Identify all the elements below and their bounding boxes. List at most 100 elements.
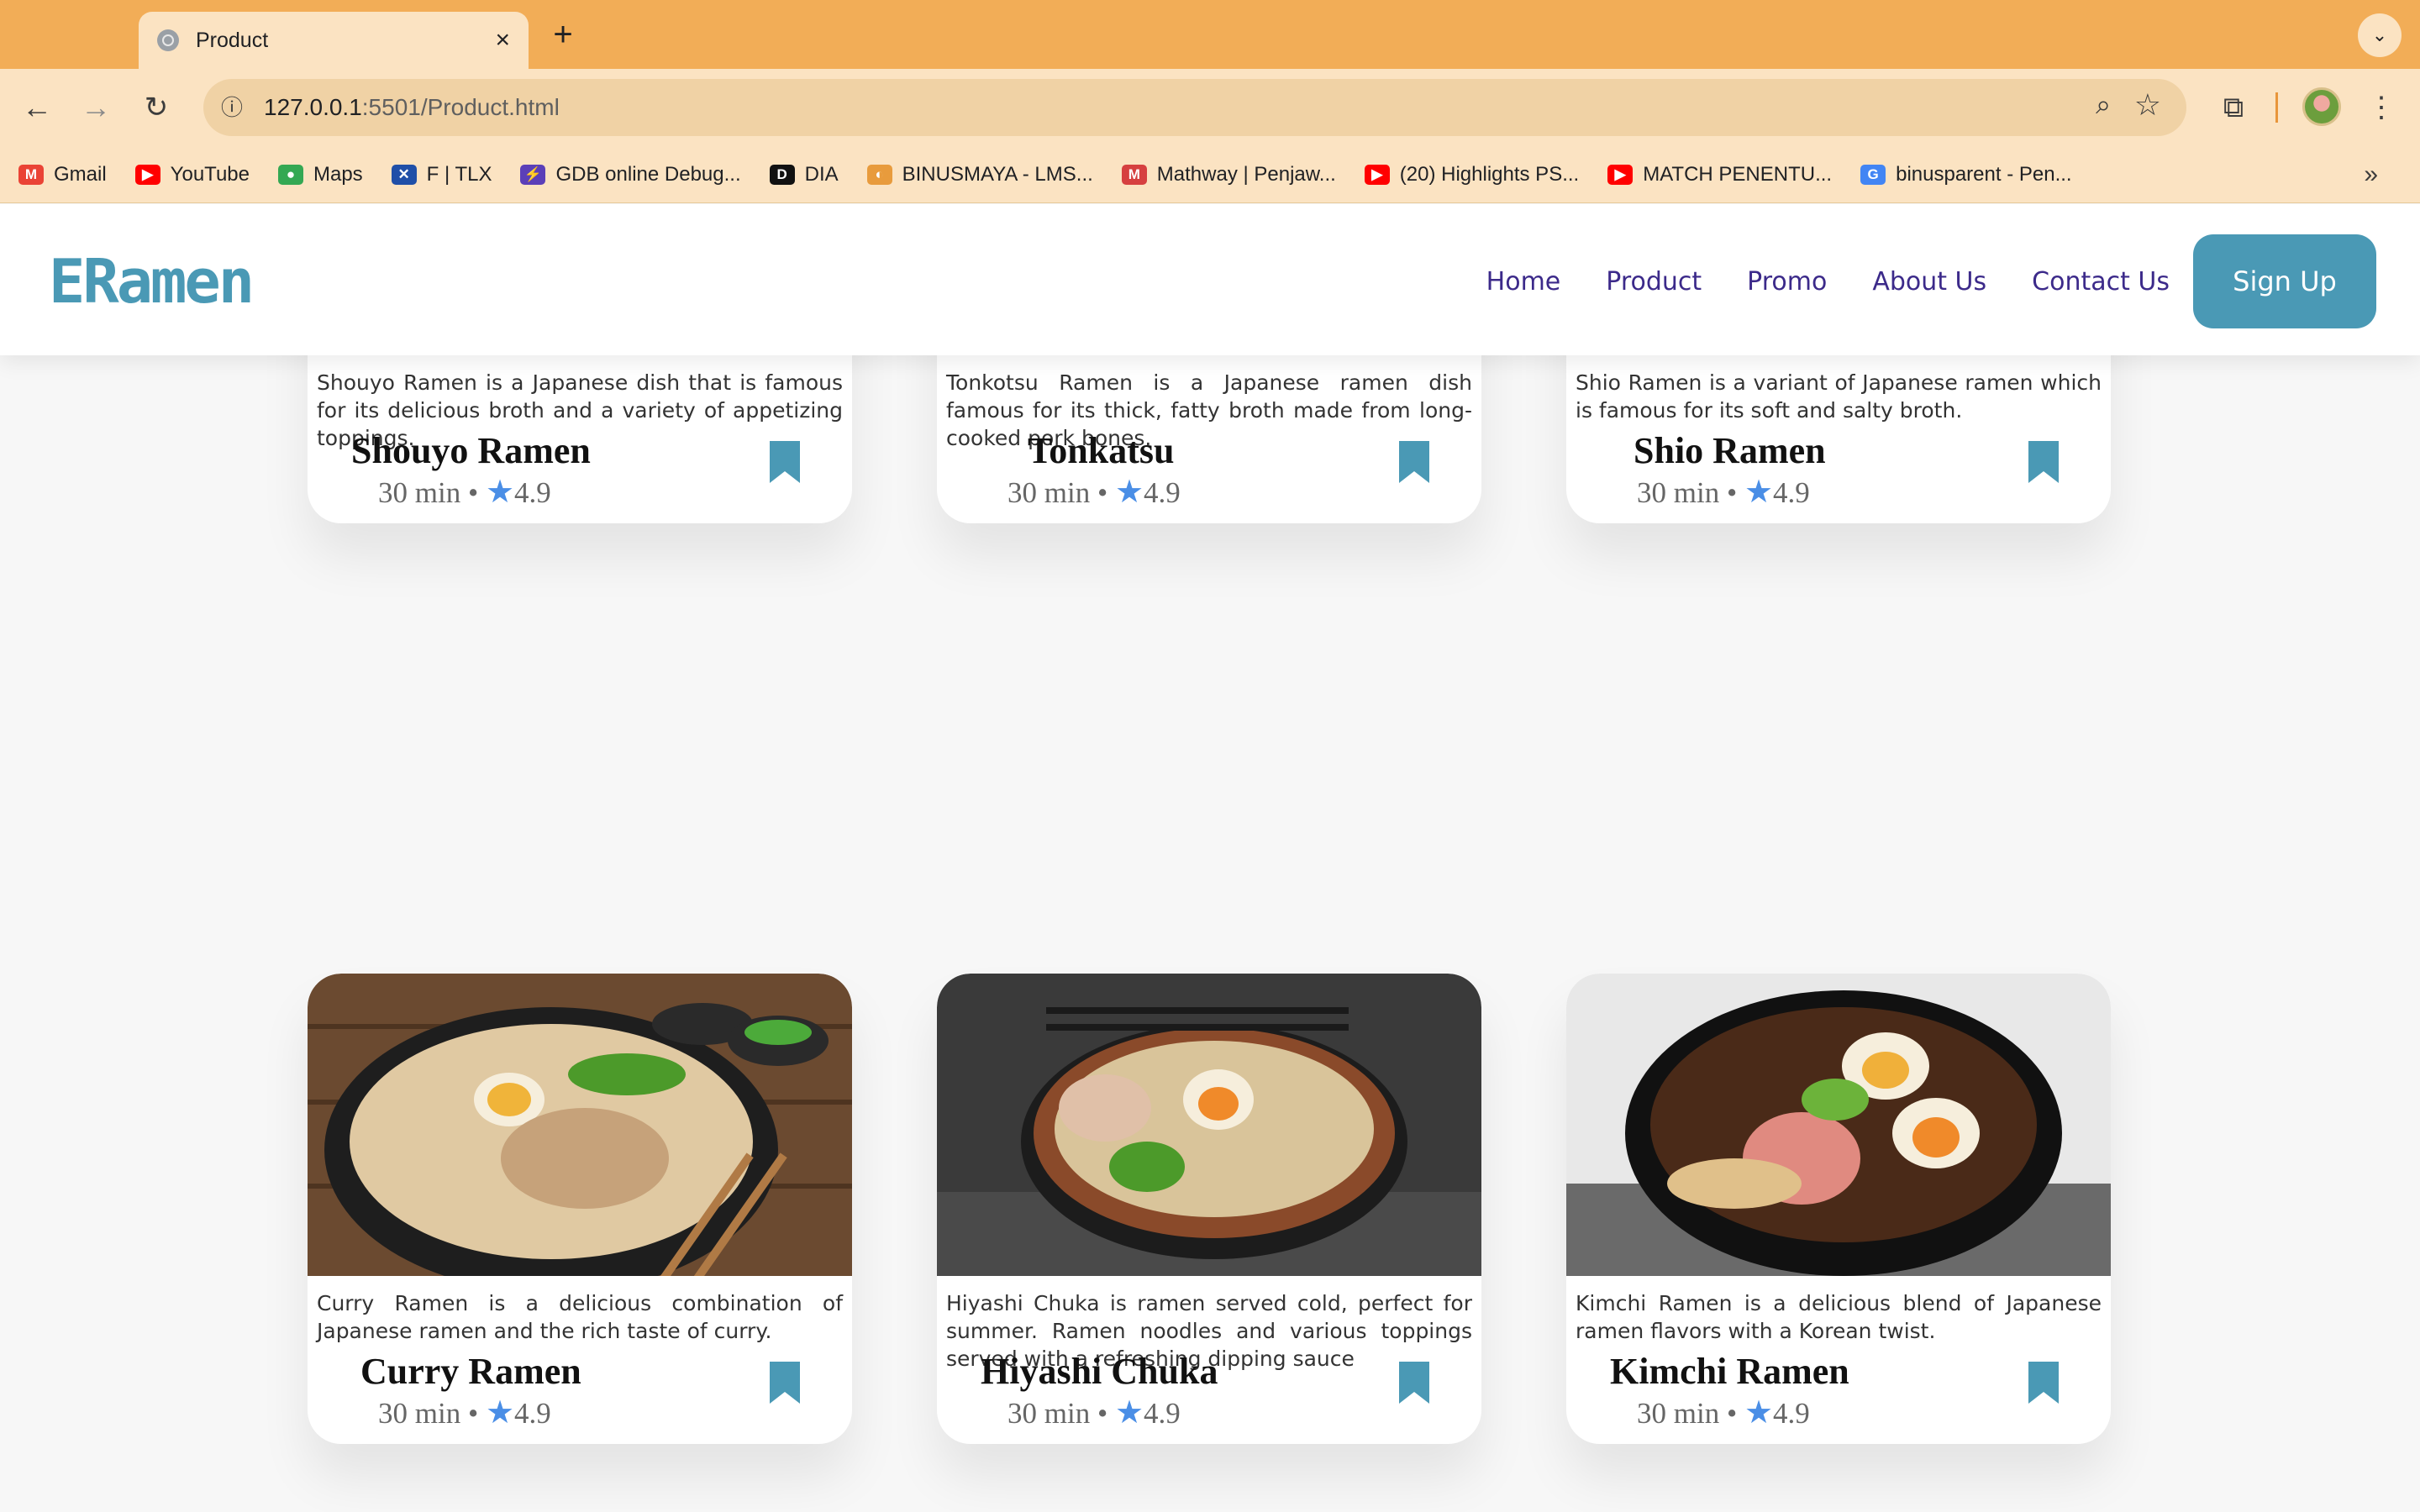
toolbar-divider (2275, 92, 2278, 123)
back-arrow-icon[interactable]: ← (13, 84, 60, 131)
reload-icon[interactable]: ↻ (133, 84, 180, 131)
nav-home[interactable]: Home (1486, 267, 1561, 297)
sign-up-button[interactable]: Sign Up (2193, 234, 2376, 328)
product-card[interactable]: Kimchi Ramen is a delicious blend of Jap… (1566, 974, 2111, 1444)
product-name: Tonkatsu (1028, 430, 1175, 471)
star-icon: ★ (1744, 1395, 1774, 1431)
bookmark-item[interactable]: D DIA (769, 163, 839, 186)
nav-about-us[interactable]: About Us (1872, 267, 1986, 297)
product-meta: 30 min • ★4.9 (1637, 1395, 1810, 1431)
binus-icon: ◐ (866, 164, 892, 185)
menu-kebab-icon[interactable]: ⋮ (2365, 82, 2398, 133)
product-description: Kimchi Ramen is a delicious blend of Jap… (1576, 1291, 2102, 1343)
bookmark-item[interactable]: ▶ (20) Highlights PS... (1364, 162, 1580, 186)
bookmark-item[interactable]: ✕ F | TLX (391, 162, 492, 186)
bookmarks-bar: M Gmail ▶ YouTube ● Maps ✕ F | TLX ⚡ GDB online D… (0, 146, 2420, 203)
new-tab-button[interactable]: + (546, 15, 580, 54)
rating: 4.9 (1144, 1397, 1181, 1430)
rating: 4.9 (1773, 1397, 1810, 1430)
bookmark-icon[interactable] (2028, 441, 2059, 483)
product-meta: 30 min • ★4.9 (378, 1395, 551, 1431)
youtube-icon: ▶ (1607, 164, 1634, 185)
bookmark-label: (20) Highlights PS... (1399, 162, 1580, 186)
tlx-icon: ✕ (391, 164, 417, 185)
rating: 4.9 (1773, 476, 1810, 509)
star-icon: ★ (485, 1395, 515, 1431)
address-bar[interactable]: ⓘ 127.0.0.1:5501/Product.html ⌕ ☆ (203, 79, 2186, 136)
site-logo[interactable]: ERamen (49, 246, 255, 317)
bookmark-icon[interactable] (2028, 1362, 2059, 1404)
nav-contact-us[interactable]: Contact Us (2032, 267, 2170, 297)
product-meta: 30 min • ★4.9 (1007, 1395, 1181, 1431)
product-description: Shio Ramen is a variant of Japanese rame… (1576, 370, 2102, 423)
address-url[interactable]: 127.0.0.1:5501/Product.html (264, 79, 560, 136)
bookmark-item[interactable]: ▶ YouTube (134, 162, 250, 186)
zoom-icon[interactable]: ⌕ (2096, 89, 2111, 121)
product-meta: 30 min • ★4.9 (1007, 475, 1181, 510)
browser-tab-product[interactable]: Product × (139, 12, 529, 69)
tab-search-button[interactable]: ⌄ (2358, 13, 2402, 57)
site-header: ERamen Home Product Promo About Us Conta… (0, 204, 2420, 355)
product-card[interactable]: Hiyashi Chuka is ramen served cold, perf… (937, 974, 1481, 1444)
bookmark-icon[interactable] (1399, 1362, 1429, 1404)
product-name: Curry Ramen (360, 1351, 581, 1392)
gmail-icon: M (18, 164, 44, 185)
bookmark-icon[interactable] (1399, 441, 1429, 483)
cook-time: 30 min (1637, 1397, 1720, 1430)
bookmark-label: YouTube (170, 162, 250, 186)
bookmark-label: binusparent - Pen... (1896, 162, 2072, 186)
product-name: Hiyashi Chuka (981, 1351, 1218, 1392)
nav-product[interactable]: Product (1606, 267, 1702, 297)
star-icon: ★ (1744, 475, 1774, 510)
cook-time: 30 min (1007, 476, 1091, 509)
nav-promo[interactable]: Promo (1747, 267, 1827, 297)
profile-avatar[interactable] (2302, 87, 2341, 126)
browser-tab-strip: Product × + ⌄ (0, 0, 2420, 69)
product-name: Kimchi Ramen (1610, 1351, 1849, 1392)
tab-title: Product (196, 28, 269, 52)
bookmark-label: Maps (313, 162, 363, 186)
dia-icon: D (769, 164, 795, 185)
bookmark-star-icon[interactable]: ☆ (2134, 87, 2161, 123)
bookmark-icon[interactable] (770, 1362, 800, 1404)
bookmark-item[interactable]: ▶ MATCH PENENTU... (1607, 163, 1832, 186)
cook-time: 30 min (1007, 1397, 1091, 1430)
browser-toolbar: ← → ↻ ⓘ 127.0.0.1:5501/Product.html ⌕ ☆ … (0, 69, 2420, 146)
bookmark-label: F | TLX (426, 162, 492, 186)
google-icon: G (1860, 164, 1886, 185)
star-icon: ★ (1114, 475, 1144, 510)
site-info-icon[interactable]: ⓘ (215, 91, 249, 124)
bookmark-item[interactable]: ◐ BINUSMAYA - LMS... (866, 163, 1093, 186)
maps-icon: ● (277, 164, 303, 185)
bookmark-label: MATCH PENENTU... (1643, 162, 1833, 186)
cook-time: 30 min (1637, 476, 1720, 509)
globe-icon (157, 29, 179, 51)
product-description: Tonkotsu Ramen is a Japanese ramen dish … (946, 370, 1472, 450)
product-card[interactable]: Curry Ramen is a delicious combination o… (308, 974, 852, 1444)
bookmark-label: Gmail (54, 162, 107, 186)
bookmark-item[interactable]: M Mathway | Penjaw... (1121, 163, 1336, 186)
forward-arrow-icon[interactable]: → (72, 84, 119, 131)
bookmark-item[interactable]: Gbinusparent - Pen... (1860, 162, 2072, 186)
rating: 4.9 (514, 476, 551, 509)
product-image (937, 974, 1481, 1276)
bookmark-item[interactable]: M Gmail (18, 163, 107, 186)
url-path: :5501/Product.html (361, 94, 560, 120)
product-image (1566, 974, 2111, 1276)
cook-time: 30 min (378, 1397, 461, 1430)
product-image (308, 974, 852, 1276)
extensions-icon[interactable]: ⧉ (2210, 82, 2257, 133)
product-meta: 30 min • ★4.9 (378, 475, 551, 510)
page-viewport: ERamen Home Product Promo About Us Conta… (0, 204, 2420, 1512)
bookmark-item[interactable]: ● Maps (277, 162, 363, 186)
bookmarks-overflow-icon[interactable]: » (2364, 146, 2378, 203)
star-icon: ★ (485, 475, 515, 510)
mathway-icon: M (1121, 164, 1147, 185)
bookmark-icon[interactable] (770, 441, 800, 483)
product-name: Shio Ramen (1634, 430, 1826, 471)
product-name: Shouyo Ramen (351, 430, 591, 471)
bookmark-label: GDB online Debug... (555, 162, 741, 186)
close-tab-icon[interactable]: × (495, 26, 510, 55)
rating: 4.9 (514, 1397, 551, 1430)
bookmark-item[interactable]: ⚡ GDB online Debug... (520, 162, 741, 186)
